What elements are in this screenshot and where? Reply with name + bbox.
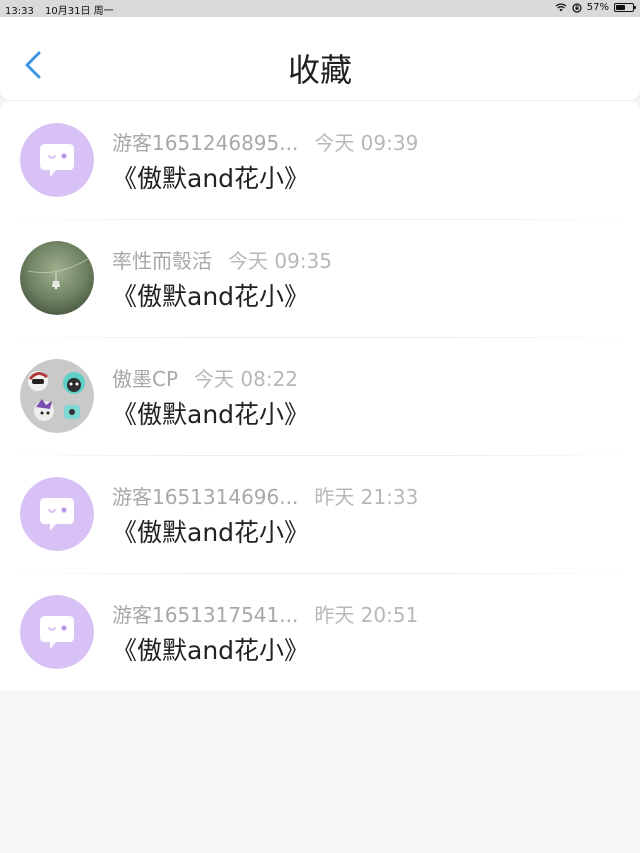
list-item[interactable]: 游客1651246895... 今天 09:39 《傲默and花小》 bbox=[0, 101, 640, 219]
list-item[interactable]: 傲墨CP 今天 08:22 《傲默and花小》 bbox=[0, 337, 640, 455]
item-time: 今天 09:39 bbox=[314, 131, 419, 155]
item-meta: 率性而彀活 今天 09:35 bbox=[112, 245, 332, 274]
status-bar: 13:33 10月31日 周一 57% bbox=[0, 0, 640, 17]
item-title: 《傲默and花小》 bbox=[112, 282, 310, 311]
item-time: 今天 09:35 bbox=[228, 249, 332, 273]
list-item[interactable]: 率性而彀活 今天 09:35 《傲默and花小》 bbox=[0, 219, 640, 337]
item-meta: 傲墨CP 今天 08:22 bbox=[112, 363, 298, 392]
item-author: 游客1651314696... bbox=[112, 485, 299, 509]
battery-percent: 57% bbox=[586, 2, 609, 13]
status-date: 10月31日 周一 bbox=[45, 6, 114, 17]
item-author: 游客1651317541... bbox=[112, 603, 299, 627]
list-item[interactable]: 游客1651314696... 昨天 21:33 《傲默and花小》 bbox=[0, 455, 640, 573]
battery-icon bbox=[614, 3, 636, 12]
orientation-lock-icon bbox=[572, 2, 582, 13]
item-meta: 游客1651246895... 今天 09:39 bbox=[112, 127, 418, 156]
item-author: 傲墨CP bbox=[112, 367, 179, 391]
item-title: 《傲默and花小》 bbox=[112, 164, 310, 193]
page-title: 收藏 bbox=[287, 51, 352, 89]
item-meta: 游客1651317541... 昨天 20:51 bbox=[112, 599, 418, 628]
chat-bubble-avatar bbox=[20, 595, 94, 669]
item-time: 昨天 21:33 bbox=[314, 485, 419, 509]
photo-avatar bbox=[20, 241, 94, 315]
favorites-list: 游客1651246895... 今天 09:39 《傲默and花小》 率性而彀活… bbox=[0, 101, 640, 691]
list-item[interactable]: 游客1651317541... 昨天 20:51 《傲默and花小》 bbox=[0, 573, 640, 691]
item-title: 《傲默and花小》 bbox=[112, 636, 310, 665]
item-time: 昨天 20:51 bbox=[314, 603, 419, 627]
item-time: 今天 08:22 bbox=[194, 367, 299, 391]
item-author: 率性而彀活 bbox=[112, 249, 212, 273]
item-meta: 游客1651314696... 昨天 21:33 bbox=[112, 481, 418, 510]
item-author: 游客1651246895... bbox=[112, 131, 299, 155]
chat-bubble-avatar bbox=[20, 123, 94, 197]
cartoon-avatar bbox=[20, 359, 94, 433]
nav-bar: 收藏 bbox=[0, 17, 640, 100]
item-title: 《傲默and花小》 bbox=[112, 518, 310, 547]
status-time: 13:33 bbox=[5, 6, 34, 17]
item-title: 《傲默and花小》 bbox=[112, 400, 310, 429]
wifi-icon bbox=[555, 3, 567, 12]
chat-bubble-avatar bbox=[20, 477, 94, 551]
